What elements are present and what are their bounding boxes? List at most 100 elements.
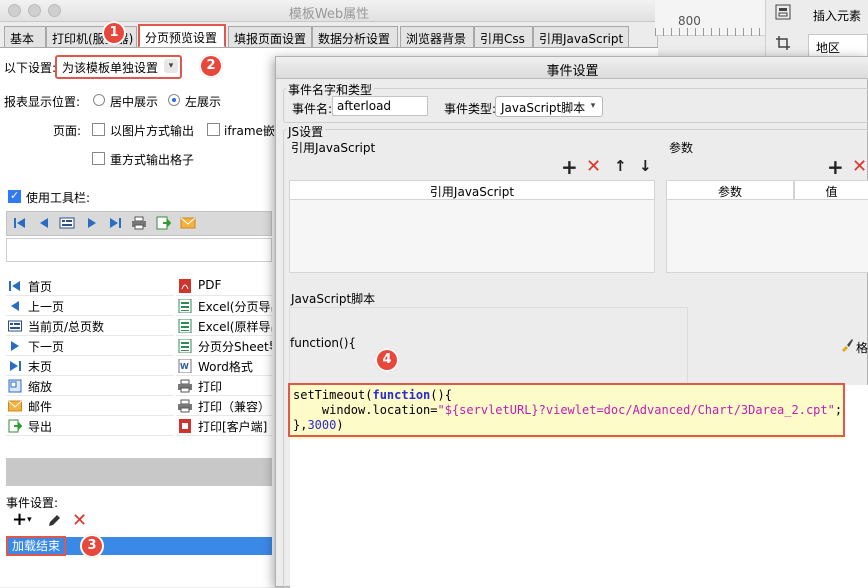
code-callout-box — [288, 383, 845, 437]
delete-event-icon[interactable]: ✕ — [72, 512, 87, 530]
list-item-label: 邮件 — [28, 400, 53, 414]
insert-element-label: 插入元素 — [813, 9, 862, 23]
radio-left[interactable] — [168, 94, 180, 106]
list-item[interactable]: 末页 — [6, 356, 174, 376]
mail-icon — [8, 400, 22, 412]
next-page-icon — [11, 341, 19, 351]
excel-icon — [178, 319, 192, 333]
checkbox-iframe[interactable] — [207, 123, 220, 136]
list-item[interactable]: 打印 — [176, 376, 272, 396]
list-item-label: 导出 — [28, 420, 53, 434]
ruler-number: 800 — [678, 14, 701, 28]
tab-data-analysis[interactable]: 数据分析设置 — [312, 26, 398, 48]
page-count-icon — [8, 320, 22, 332]
tab-basic[interactable]: 基本 — [4, 26, 46, 48]
tab-browser-bg[interactable]: 浏览器背景 — [400, 26, 474, 48]
list-item-label: 上一页 — [28, 300, 65, 314]
event-list-item-selected[interactable]: 加载结束 — [6, 536, 272, 556]
callout-badge-1: 1 — [102, 21, 126, 45]
list-item[interactable]: 邮件 — [6, 396, 174, 416]
format-brush-icon[interactable] — [840, 338, 854, 352]
title-bar: 模板Web属性 — [0, 0, 658, 22]
settings-select[interactable]: 为该模板单独设置 ▾ — [55, 55, 182, 79]
report-position-label: 报表显示位置: — [4, 95, 81, 109]
event-item-label: 加载结束 — [6, 536, 67, 556]
edit-pencil-icon[interactable] — [46, 513, 62, 529]
layout-icon[interactable] — [775, 4, 791, 20]
list-item-label: 首页 — [28, 280, 53, 294]
next-page-icon[interactable] — [84, 215, 100, 231]
region-field[interactable]: 地区 — [808, 34, 868, 58]
list-item[interactable]: Excel(原样导出) — [176, 316, 272, 336]
arrow-up-icon[interactable]: ↑ — [614, 158, 627, 174]
list-item-label: PDF — [198, 278, 222, 292]
list-item[interactable]: 导出 — [6, 416, 174, 436]
list-item[interactable]: 当前页/总页数 — [6, 316, 174, 336]
format-label[interactable]: 格 — [856, 339, 868, 356]
params-column-header: 参数 — [666, 180, 794, 200]
list-item[interactable]: PDF — [176, 276, 272, 296]
tab-fill-page[interactable]: 填报页面设置 — [228, 26, 312, 48]
svg-text:W: W — [180, 362, 189, 371]
window-title: 模板Web属性 — [288, 7, 370, 22]
add-js-icon[interactable]: + — [561, 157, 578, 177]
toolbar-item-grid: 首页 上一页 当前页/总页数 下一页 末页 缩放 邮件 导出 PDF Excel… — [6, 276, 272, 438]
page-label: 页面: — [53, 124, 82, 138]
list-item[interactable]: 打印[客户端] — [176, 416, 272, 436]
function-header: function(){ — [290, 336, 357, 350]
ruler-ticks — [655, 28, 765, 36]
tab-ref-css[interactable]: 引用Css — [474, 26, 533, 48]
tab-page-preview[interactable]: 分页预览设置 — [138, 24, 226, 48]
list-item[interactable]: Excel(分页导出) — [176, 296, 272, 316]
prev-page-icon — [11, 301, 19, 311]
event-type-label: 事件类型: — [444, 102, 497, 116]
radio-center[interactable] — [93, 94, 105, 106]
event-name-label: 事件名: — [292, 102, 333, 116]
list-item[interactable]: 打印（兼容） — [176, 396, 272, 416]
params-list[interactable] — [666, 200, 868, 273]
list-item[interactable]: 缩放 — [6, 376, 174, 396]
params-label: 参数 — [669, 141, 694, 155]
grid-column-left: 首页 上一页 当前页/总页数 下一页 末页 缩放 邮件 导出 — [6, 276, 174, 436]
list-item[interactable]: W Word格式 — [176, 356, 272, 376]
list-item-label: 打印 — [198, 380, 223, 394]
checkbox-repeat-grid-label: 重方式输出格子 — [110, 153, 195, 167]
delete-js-icon[interactable]: ✕ — [586, 158, 601, 176]
mail-icon[interactable] — [180, 215, 196, 231]
list-item[interactable]: 分页分Sheet导出 — [176, 336, 272, 356]
excel-icon — [178, 299, 192, 313]
callout-badge-2: 2 — [199, 54, 223, 78]
first-page-icon — [9, 281, 20, 291]
print-icon[interactable] — [131, 215, 147, 231]
chevron-down-icon: ▾ — [586, 99, 600, 113]
arrow-down-icon[interactable]: ↓ — [639, 158, 652, 174]
toolbar-blank-row — [6, 238, 272, 262]
tab-ref-javascript[interactable]: 引用JavaScript — [533, 26, 629, 48]
crop-icon[interactable] — [775, 35, 791, 51]
page-count-icon[interactable] — [59, 215, 75, 231]
ref-js-list[interactable] — [289, 200, 655, 273]
list-item-label: Word格式 — [198, 360, 253, 374]
export-icon[interactable] — [155, 215, 171, 231]
radio-left-label: 左展示 — [185, 95, 222, 109]
checkbox-iframe-label: iframe嵌入 — [224, 124, 276, 138]
checkbox-repeat-grid[interactable] — [92, 152, 105, 165]
first-page-icon[interactable] — [12, 215, 28, 231]
checkbox-image-output[interactable] — [92, 123, 105, 136]
event-type-value: JavaScript脚本 — [501, 101, 586, 115]
list-item[interactable]: 上一页 — [6, 296, 174, 316]
add-event-icon[interactable]: +▾ — [12, 511, 32, 529]
add-param-icon[interactable]: + — [827, 157, 844, 177]
event-type-select[interactable]: JavaScript脚本 ▾ — [495, 96, 603, 117]
ref-js-label: 引用JavaScript — [291, 141, 376, 155]
delete-param-icon[interactable]: ✕ — [852, 158, 867, 176]
checkbox-use-toolbar[interactable] — [8, 189, 21, 203]
list-item[interactable]: 下一页 — [6, 336, 174, 356]
last-page-icon[interactable] — [107, 215, 123, 231]
value-column-header: 值 — [794, 180, 868, 200]
prev-page-icon[interactable] — [36, 215, 52, 231]
list-item[interactable]: 首页 — [6, 276, 174, 296]
js-script-label: JavaScript脚本 — [291, 292, 376, 306]
event-name-input[interactable]: afterload — [332, 96, 428, 116]
pdf-icon — [179, 279, 191, 293]
